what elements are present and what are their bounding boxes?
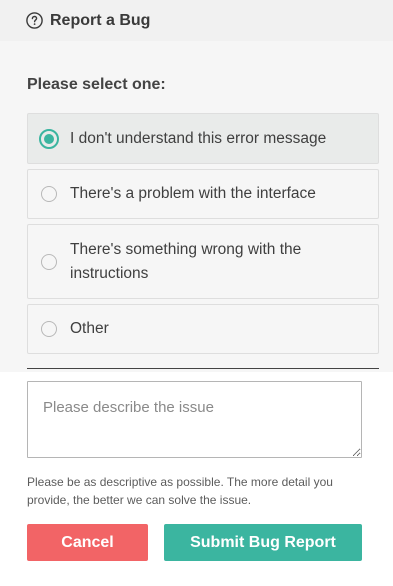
option-label: There's a problem with the interface <box>70 185 316 202</box>
select-prompt: Please select one: <box>27 76 166 93</box>
submit-bug-report-button[interactable]: Submit Bug Report <box>164 524 362 561</box>
radio-unselected[interactable] <box>41 186 57 202</box>
option-label: Other <box>70 320 109 337</box>
options-panel: Please select one: I don't understand th… <box>0 41 393 372</box>
issue-description-input[interactable] <box>27 381 362 458</box>
help-circle-icon <box>26 12 43 29</box>
option-instructions-wrong[interactable]: There's something wrong with the instruc… <box>27 224 379 299</box>
option-interface-problem[interactable]: There's a problem with the interface <box>27 169 379 219</box>
description-hint: Please be as descriptive as possible. Th… <box>27 475 333 507</box>
radio-unselected[interactable] <box>41 253 57 270</box>
dialog-title: Report a Bug <box>50 11 151 29</box>
option-label: There's something wrong with the instruc… <box>70 240 302 282</box>
option-other[interactable]: Other <box>27 304 379 354</box>
section-divider <box>27 368 379 369</box>
option-label: I don't understand this error message <box>70 129 327 147</box>
radio-selected[interactable] <box>39 128 59 149</box>
option-error-message[interactable]: I don't understand this error message <box>27 113 379 164</box>
dialog-header: Report a Bug <box>0 0 393 41</box>
cancel-button[interactable]: Cancel <box>27 524 148 561</box>
bug-type-options: I don't understand this error message Th… <box>27 113 379 359</box>
radio-unselected[interactable] <box>41 321 57 337</box>
